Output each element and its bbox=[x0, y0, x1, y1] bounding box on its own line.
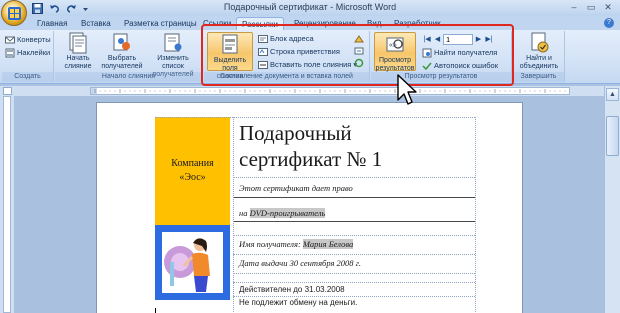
envelopes-label: Конверты bbox=[17, 35, 51, 44]
title-bar: Подарочный сертификат - Microsoft Word –… bbox=[0, 0, 620, 26]
document-area[interactable]: Компания «Эос» Подарочный сертификат № 1… bbox=[14, 96, 604, 313]
labels-icon bbox=[5, 48, 15, 58]
select-recipients-icon bbox=[111, 32, 133, 54]
labels-label: Наклейки bbox=[17, 48, 51, 57]
row-divider bbox=[233, 273, 475, 274]
picture-cell bbox=[155, 225, 230, 300]
company-cell: Компания «Эос» bbox=[155, 117, 230, 225]
finish-merge-label: Найти и объединить bbox=[519, 55, 559, 70]
mouse-pointer-icon bbox=[397, 74, 417, 105]
underline-row bbox=[233, 197, 475, 198]
labels-button[interactable]: Наклейки bbox=[5, 47, 50, 59]
group-start-merge-label: Начало слияния bbox=[55, 72, 202, 82]
highlight-frame bbox=[201, 24, 514, 86]
company-name: Компания «Эос» bbox=[171, 158, 214, 183]
row-divider bbox=[233, 282, 475, 283]
row-divider bbox=[233, 235, 475, 236]
tab-page-layout[interactable]: Разметка страницы bbox=[119, 17, 202, 30]
finish-merge-button[interactable]: Найти и объединить bbox=[516, 32, 562, 71]
valid-until-text: Действителен до 31.03.2008 bbox=[239, 285, 345, 294]
on-prefix: на bbox=[239, 208, 248, 218]
recipient-merge-field: Мария Белова bbox=[302, 239, 354, 249]
window-controls: – ▭ ✕ bbox=[566, 1, 616, 14]
group-finish: Найти и объединить Завершить bbox=[513, 31, 565, 82]
text-caret bbox=[155, 308, 156, 313]
select-recipients-button[interactable]: Выбрать получателей bbox=[100, 32, 144, 71]
office-button[interactable] bbox=[1, 0, 27, 26]
scroll-thumb[interactable] bbox=[606, 116, 619, 156]
start-merge-label: Начать слияние bbox=[64, 55, 92, 70]
on-product-line: на DVD-проигрыватель bbox=[239, 208, 326, 218]
certificate-title-line1: Подарочный bbox=[239, 121, 352, 145]
tab-home[interactable]: Главная bbox=[32, 17, 72, 30]
minimize-button[interactable]: – bbox=[566, 1, 582, 14]
tab-insert[interactable]: Вставка bbox=[76, 17, 116, 30]
certificate-title-line2: сертификат № 1 bbox=[239, 147, 383, 171]
group-create-label: Создать bbox=[2, 72, 53, 82]
underline-row bbox=[233, 221, 475, 222]
row-divider bbox=[233, 177, 475, 178]
ruler-strip bbox=[90, 87, 570, 95]
row-divider bbox=[233, 296, 475, 297]
scroll-up-icon[interactable]: ▲ bbox=[606, 88, 619, 101]
woman-clipart bbox=[162, 232, 223, 293]
tab-selector-icon[interactable] bbox=[3, 87, 12, 95]
table-top-border bbox=[155, 117, 475, 118]
group-create: Конверты Наклейки Создать bbox=[2, 31, 54, 82]
vertical-ruler[interactable] bbox=[0, 96, 14, 313]
column-divider bbox=[233, 117, 234, 312]
recipient-label: Имя получателя: bbox=[239, 239, 301, 249]
start-merge-icon bbox=[67, 32, 89, 54]
window-title: Подарочный сертификат - Microsoft Word bbox=[223, 2, 397, 12]
group-finish-label: Завершить bbox=[513, 72, 564, 82]
product-merge-field: DVD-проигрыватель bbox=[249, 208, 326, 218]
table-right-border bbox=[475, 117, 476, 312]
maximize-button[interactable]: ▭ bbox=[583, 1, 599, 14]
no-exchange-text: Не подлежит обмену на деньги. bbox=[239, 298, 358, 307]
select-recipients-label: Выбрать получателей bbox=[101, 55, 143, 70]
recipient-line: Имя получателя: Мария Белова bbox=[239, 239, 354, 249]
gives-right-text: Этот сертификат дает право bbox=[239, 183, 353, 193]
ruler-ticks bbox=[94, 89, 566, 93]
horizontal-ruler[interactable] bbox=[0, 86, 620, 96]
issue-date-text: Дата выдачи 30 сентября 2008 г. bbox=[239, 258, 362, 268]
document-page[interactable]: Компания «Эос» Подарочный сертификат № 1… bbox=[96, 102, 523, 313]
envelope-icon bbox=[5, 35, 15, 45]
finish-merge-icon bbox=[528, 32, 550, 54]
row-divider bbox=[233, 254, 475, 255]
vertical-scrollbar[interactable]: ▲ bbox=[604, 86, 620, 313]
envelopes-button[interactable]: Конверты bbox=[5, 34, 51, 46]
office-logo-icon bbox=[7, 6, 21, 20]
close-button[interactable]: ✕ bbox=[600, 1, 616, 14]
help-icon[interactable]: ? bbox=[604, 18, 614, 28]
group-start-merge: Начать слияние Выбрать получателей Измен… bbox=[55, 31, 203, 82]
start-merge-button[interactable]: Начать слияние bbox=[59, 32, 97, 71]
edit-list-icon bbox=[162, 32, 184, 54]
